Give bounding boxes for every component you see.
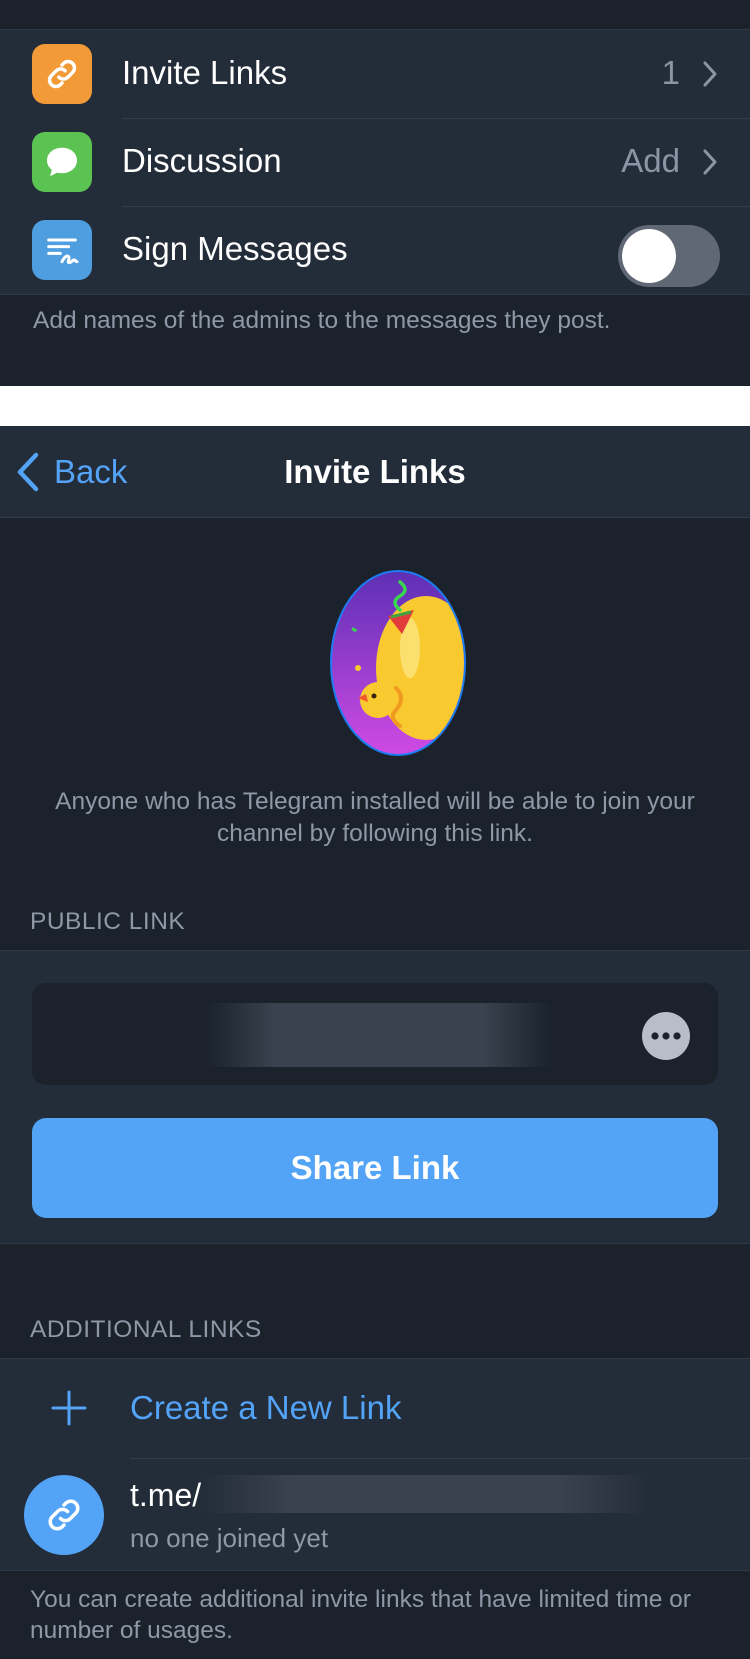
discussion-row[interactable]: Discussion Add bbox=[0, 118, 750, 206]
channel-settings-panel: Invite Links 1 Discussion Add Sign Messa… bbox=[0, 0, 750, 386]
screenshot-divider bbox=[0, 386, 750, 426]
page-title: Invite Links bbox=[284, 453, 466, 490]
invite-links-count: 1 bbox=[661, 54, 680, 91]
discussion-label: Discussion bbox=[122, 142, 282, 179]
sign-messages-footnote: Add names of the admins to the messages … bbox=[33, 307, 611, 334]
navigation-bar: Back Invite Links bbox=[0, 426, 750, 518]
link-icon bbox=[32, 44, 92, 104]
redacted-link-text bbox=[202, 1475, 650, 1513]
create-new-link-label: Create a New Link bbox=[130, 1389, 402, 1426]
signature-icon bbox=[32, 220, 92, 280]
sign-messages-toggle[interactable] bbox=[618, 225, 720, 287]
more-options-button[interactable] bbox=[642, 1012, 690, 1060]
discussion-value: Add bbox=[621, 142, 680, 179]
speech-bubble-icon bbox=[32, 132, 92, 192]
chevron-right-icon bbox=[703, 149, 717, 175]
invite-link-status: no one joined yet bbox=[130, 1523, 329, 1553]
sign-messages-label: Sign Messages bbox=[122, 230, 348, 267]
invite-description: Anyone who has Telegram installed will b… bbox=[55, 788, 695, 847]
list-item[interactable]: t.me/ no one joined yet bbox=[0, 1459, 750, 1570]
invite-link-title: t.me/ bbox=[130, 1477, 202, 1513]
additional-links-footnote: You can create additional invite links t… bbox=[30, 1586, 691, 1644]
link-icon bbox=[24, 1475, 104, 1555]
plus-icon bbox=[51, 1390, 87, 1426]
create-new-link-button[interactable]: Create a New Link bbox=[0, 1359, 750, 1458]
invite-links-label: Invite Links bbox=[122, 54, 288, 91]
settings-list: Invite Links 1 Discussion Add Sign Messa… bbox=[0, 29, 750, 295]
toggle-knob bbox=[622, 229, 676, 283]
public-link-header: PUBLIC LINK bbox=[30, 908, 186, 935]
redacted-link-text bbox=[206, 1003, 552, 1067]
ellipsis-icon bbox=[651, 1032, 681, 1040]
sign-messages-row: Sign Messages bbox=[0, 206, 750, 294]
chevron-right-icon bbox=[703, 61, 717, 87]
additional-links-header: ADDITIONAL LINKS bbox=[30, 1316, 262, 1343]
share-link-button[interactable]: Share Link bbox=[32, 1118, 718, 1218]
additional-links-card: Create a New Link t.me/ no one joined ye… bbox=[0, 1358, 750, 1571]
public-link-card: Share Link bbox=[0, 950, 750, 1244]
invite-links-row[interactable]: Invite Links 1 bbox=[0, 30, 750, 118]
party-duck-sticker bbox=[328, 568, 468, 758]
public-link-field[interactable] bbox=[32, 983, 718, 1085]
